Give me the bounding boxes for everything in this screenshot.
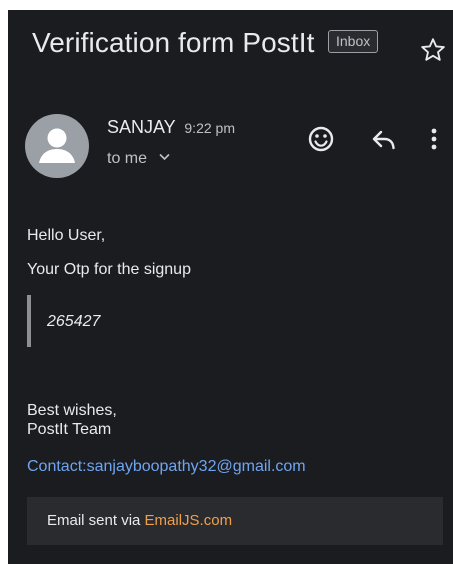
reply-icon[interactable] bbox=[368, 123, 400, 155]
email-time: 9:22 pm bbox=[184, 120, 235, 136]
otp-code: 265427 bbox=[47, 313, 101, 330]
inbox-label-badge[interactable]: Inbox bbox=[328, 30, 379, 53]
footer-banner: Email sent via EmailJS.com bbox=[27, 497, 443, 545]
quote-bar bbox=[27, 295, 31, 347]
chevron-down-icon bbox=[159, 153, 171, 161]
email-view: Verification form PostIt Inbox SANJAY 9:… bbox=[8, 10, 453, 564]
subject-row: Verification form PostIt Inbox bbox=[8, 10, 453, 80]
footer-text: Email sent via EmailJS.com bbox=[47, 512, 232, 529]
recipient-toggle[interactable]: to me bbox=[107, 150, 171, 168]
star-icon[interactable] bbox=[419, 36, 447, 64]
avatar[interactable] bbox=[25, 114, 89, 178]
footer-prefix: Email sent via bbox=[47, 512, 145, 529]
contact-link[interactable]: Contact:sanjayboopathy32@gmail.com bbox=[27, 458, 306, 476]
greeting-text: Hello User, bbox=[27, 227, 106, 244]
signoff-line-1: Best wishes, bbox=[27, 402, 117, 419]
signoff-line-2: PostIt Team bbox=[27, 421, 112, 438]
emailjs-link[interactable]: EmailJS.com bbox=[145, 512, 233, 529]
recipient-label: to me bbox=[107, 150, 148, 167]
sender-name[interactable]: SANJAY bbox=[107, 117, 175, 137]
more-vertical-icon[interactable] bbox=[424, 123, 444, 155]
person-icon bbox=[39, 128, 75, 163]
email-subject: Verification form PostIt bbox=[32, 27, 315, 58]
smiley-icon[interactable] bbox=[305, 123, 337, 155]
sender-line: SANJAY 9:22 pm bbox=[107, 117, 235, 138]
message-text: Your Otp for the signup bbox=[27, 261, 191, 278]
